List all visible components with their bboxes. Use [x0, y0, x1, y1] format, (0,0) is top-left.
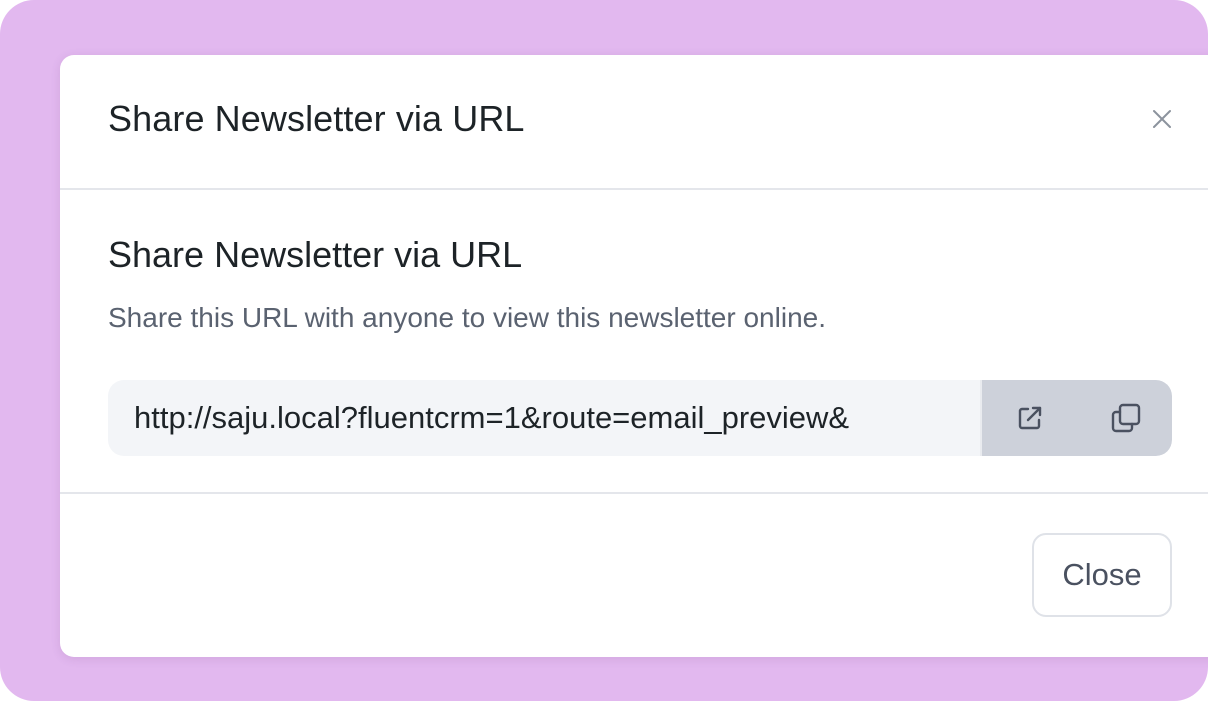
share-url-group — [108, 380, 1172, 456]
open-url-button[interactable] — [982, 380, 1078, 456]
url-actions — [980, 380, 1172, 456]
close-button[interactable]: Close — [1032, 533, 1172, 617]
share-url-input[interactable] — [108, 380, 980, 456]
modal-header: Share Newsletter via URL — [60, 55, 1208, 190]
section-heading: Share Newsletter via URL — [108, 234, 523, 275]
modal-body: Share Newsletter via URL Share this URL … — [60, 190, 1208, 494]
copy-icon — [1111, 403, 1141, 433]
close-icon[interactable] — [1148, 105, 1176, 133]
copy-url-button[interactable] — [1078, 380, 1172, 456]
modal-backdrop: Share Newsletter via URL Share Newslette… — [0, 0, 1208, 701]
share-url-modal: Share Newsletter via URL Share Newslette… — [60, 55, 1208, 657]
modal-title: Share Newsletter via URL — [108, 98, 525, 139]
modal-footer: Close — [60, 494, 1208, 657]
external-link-icon — [1018, 406, 1042, 430]
section-description: Share this URL with anyone to view this … — [108, 302, 826, 333]
